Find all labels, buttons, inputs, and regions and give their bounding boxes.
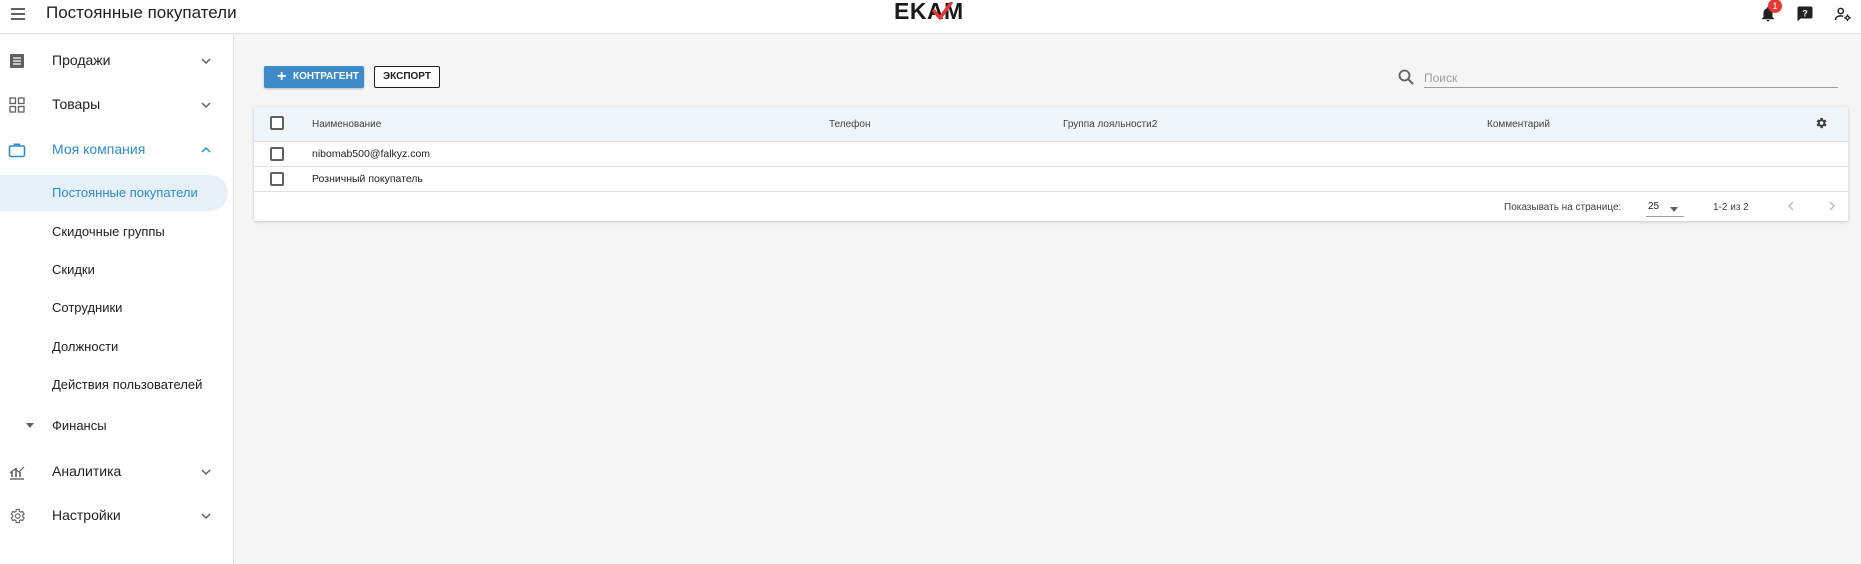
sidebar-item-settings[interactable]: Настройки — [0, 498, 234, 534]
table-header-row: Наименование Телефон Группа лояльности2 … — [254, 107, 1848, 142]
notification-count-badge: 1 — [1768, 0, 1782, 13]
export-button[interactable]: ЭКСПОРТ — [374, 66, 440, 88]
table-pagination: Показывать на странице: 25 1-2 из 2 — [254, 192, 1848, 221]
analytics-icon — [8, 463, 26, 481]
caret-down-icon — [26, 423, 34, 428]
briefcase-icon — [8, 141, 26, 159]
table-row[interactable]: Розничный покупатель — [254, 167, 1848, 192]
chevron-down-icon — [201, 102, 211, 109]
row-checkbox[interactable] — [270, 172, 284, 186]
chevron-up-icon — [201, 146, 211, 153]
chevron-down-icon — [201, 58, 211, 65]
page-title: Постоянные покупатели — [46, 3, 237, 22]
sidebar-item-user-actions[interactable]: Действия пользователей — [0, 367, 228, 403]
user-settings-icon[interactable] — [1834, 5, 1852, 23]
sidebar-item-sales[interactable]: Продажи — [0, 43, 234, 79]
sidebar-item-employees[interactable]: Сотрудники — [0, 290, 228, 326]
column-settings-gear-icon[interactable] — [1814, 116, 1828, 130]
grid-icon — [8, 96, 26, 114]
row-checkbox[interactable] — [270, 147, 284, 161]
sidebar-item-finance[interactable]: Финансы — [0, 408, 228, 444]
svg-text:?: ? — [1802, 8, 1808, 18]
receipt-icon — [8, 52, 26, 70]
help-chat-icon[interactable]: ? — [1796, 5, 1814, 23]
gear-icon — [8, 507, 26, 525]
sidebar-item-analytics[interactable]: Аналитика — [0, 454, 234, 490]
sidebar-item-positions[interactable]: Должности — [0, 329, 228, 365]
hamburger-menu-icon[interactable] — [9, 5, 27, 23]
customers-table: Наименование Телефон Группа лояльности2 … — [254, 107, 1848, 221]
top-app-bar: Постоянные покупатели EKAM 1 ? — [0, 0, 1861, 34]
sidebar-item-discounts[interactable]: Скидки — [0, 252, 228, 288]
table-row[interactable]: nibomab500@falkyz.com — [254, 142, 1848, 167]
cell-name: Розничный покупатель — [312, 173, 423, 185]
rows-per-page-label: Показывать на странице: — [1504, 202, 1622, 213]
plus-icon: + — [277, 68, 287, 85]
sidebar-nav: Продажи Товары Моя компания Постоянные п… — [0, 35, 234, 564]
add-counterparty-button[interactable]: + КОНТРАГЕНТ — [264, 66, 364, 88]
cell-name: nibomab500@falkyz.com — [312, 148, 431, 160]
sidebar-item-products[interactable]: Товары — [0, 87, 234, 123]
chevron-down-icon — [201, 513, 211, 520]
column-header-phone[interactable]: Телефон — [829, 119, 870, 130]
next-page-chevron-icon[interactable] — [1825, 199, 1839, 213]
search-icon — [1397, 68, 1415, 86]
search-input[interactable] — [1424, 68, 1838, 88]
column-header-comment[interactable]: Комментарий — [1487, 119, 1550, 130]
previous-page-chevron-icon[interactable] — [1784, 199, 1798, 213]
ekam-logo[interactable]: EKAM — [894, 0, 978, 24]
column-header-name[interactable]: Наименование — [312, 119, 381, 130]
sidebar-item-discount-groups[interactable]: Скидочные группы — [0, 214, 228, 250]
page-range-label: 1-2 из 2 — [1713, 202, 1749, 213]
column-header-loyalty-group[interactable]: Группа лояльности2 — [1063, 119, 1157, 130]
rows-per-page-select[interactable]: 25 — [1646, 199, 1684, 217]
select-all-checkbox[interactable] — [270, 116, 284, 130]
dropdown-arrow-icon — [1670, 207, 1678, 212]
sidebar-item-my-company[interactable]: Моя компания — [0, 132, 234, 168]
sidebar-item-regular-customers[interactable]: Постоянные покупатели — [0, 175, 228, 211]
chevron-down-icon — [201, 469, 211, 476]
